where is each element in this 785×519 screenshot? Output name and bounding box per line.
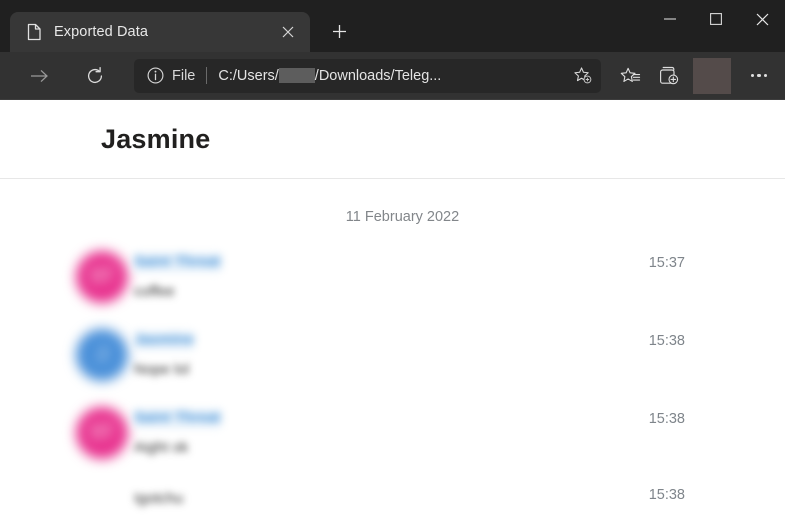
ellipsis-dot	[763, 73, 768, 78]
ellipsis-dot	[750, 73, 755, 78]
date-divider: 11 February 2022	[345, 209, 460, 225]
page-title: Jasmine	[101, 123, 211, 154]
title-bar: Exported Data	[0, 0, 785, 52]
message-row[interactable]: ST Saint Threat Aight ok 15:38	[0, 407, 785, 463]
message-sender: Jasmine	[134, 331, 195, 350]
reload-button[interactable]	[78, 59, 112, 93]
close-tab-icon[interactable]	[274, 18, 302, 46]
window-controls	[647, 0, 785, 38]
info-icon[interactable]	[142, 63, 168, 89]
message-text: Aight ok	[134, 438, 189, 456]
message-body: Saint Threat coffee	[134, 251, 685, 301]
avatar-slot: J	[76, 329, 134, 381]
collections-button[interactable]	[651, 59, 685, 93]
message-text: Igotchu	[134, 490, 184, 507]
favorites-button[interactable]	[613, 59, 647, 93]
close-button[interactable]	[739, 0, 785, 38]
avatar-slot-empty	[76, 487, 134, 519]
profile-avatar[interactable]	[693, 57, 731, 94]
forward-button[interactable]	[22, 59, 56, 93]
tab-exported-data[interactable]: Exported Data	[10, 12, 310, 52]
message-text: Nope lol	[134, 360, 190, 378]
message-row[interactable]: J Jasmine Nope lol 15:38	[0, 329, 785, 385]
new-tab-button[interactable]	[322, 14, 356, 48]
address-bar[interactable]: File C:/Users/ /Downloads/Teleg...	[134, 58, 601, 93]
message-row[interactable]: ST Saint Threat coffee 15:37	[0, 251, 785, 307]
maximize-button[interactable]	[693, 0, 739, 38]
page-content: Jasmine 11 February 2022 ST Saint Threat…	[0, 100, 785, 519]
url-prefix: C:/Users/	[218, 67, 279, 84]
avatar: ST	[76, 251, 128, 303]
message-time: 15:37	[648, 255, 685, 271]
message-body: Igotchu	[134, 487, 685, 509]
browser-window: Exported Data File C:/Users/ /Downloads/…	[0, 0, 785, 519]
scheme-label: File	[172, 67, 196, 84]
navigation-toolbar: File C:/Users/ /Downloads/Teleg...	[0, 52, 785, 100]
url-redaction-box	[278, 68, 315, 83]
message-body: Saint Threat Aight ok	[134, 407, 685, 457]
message-row[interactable]: Igotchu 15:38	[0, 487, 785, 519]
avatar-slot: ST	[76, 407, 134, 459]
minimize-button[interactable]	[647, 0, 693, 38]
tab-title: Exported Data	[54, 24, 148, 40]
message-text: coffee	[134, 282, 175, 300]
avatar: J	[76, 329, 128, 381]
message-time: 15:38	[648, 487, 685, 503]
message-sender: Saint Threat	[134, 409, 221, 428]
message-sender: Saint Threat	[134, 253, 221, 272]
ellipsis-dot	[757, 73, 761, 78]
settings-and-more-button[interactable]	[743, 59, 775, 93]
file-icon	[26, 23, 42, 41]
url-text[interactable]: C:/Users/ /Downloads/Teleg...	[218, 68, 565, 84]
tab-strip: Exported Data	[0, 0, 356, 52]
message-time: 15:38	[648, 411, 685, 427]
message-body: Jasmine Nope lol	[134, 329, 685, 379]
page-header: Jasmine	[0, 100, 785, 179]
url-suffix: /Downloads/Teleg...	[314, 67, 442, 84]
avatar: ST	[76, 407, 128, 459]
omnibox-separator	[206, 67, 208, 84]
add-favorite-icon[interactable]	[567, 61, 597, 91]
message-time: 15:38	[648, 333, 685, 349]
message-history: 11 February 2022 ST Saint Threat coffee …	[0, 179, 785, 519]
avatar-slot: ST	[76, 251, 134, 303]
